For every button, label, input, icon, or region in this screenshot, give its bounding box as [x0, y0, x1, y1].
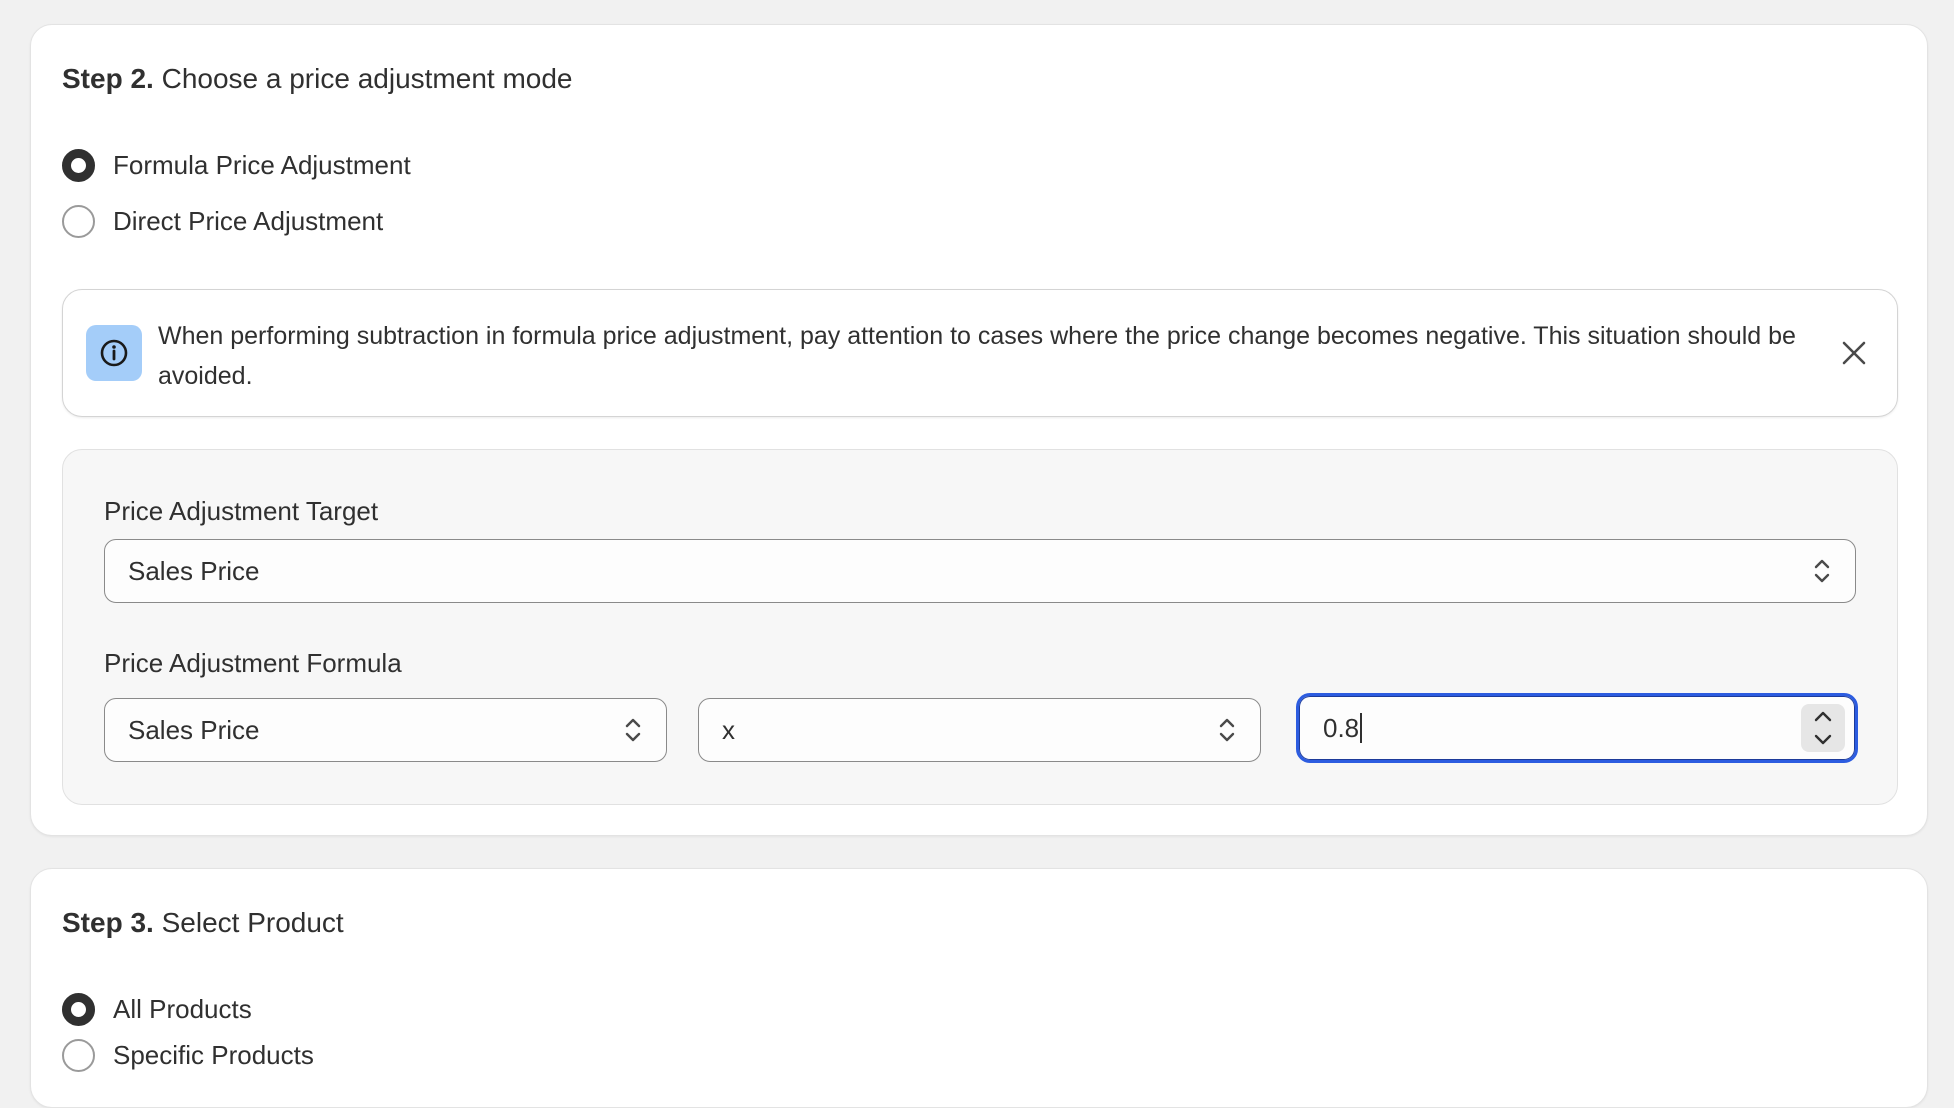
decrement-button[interactable] [1801, 728, 1845, 752]
price-adjustment-target-select[interactable]: Sales Price [104, 539, 1856, 603]
radio-button-checked[interactable] [62, 992, 95, 1026]
step-2-title: Step 2. Choose a price adjustment mode [62, 62, 573, 96]
price-adjustment-formula-label: Price Adjustment Formula [104, 648, 402, 678]
close-icon[interactable] [1835, 334, 1873, 372]
radio-label: All Products [113, 993, 252, 1024]
chevron-up-down-icon [625, 718, 641, 742]
select-value: x [722, 714, 735, 745]
formula-operator-select[interactable]: x [698, 698, 1261, 762]
number-stepper[interactable] [1801, 704, 1845, 752]
info-banner: When performing subtraction in formula p… [62, 289, 1898, 417]
step-2-number: Step 2. [62, 63, 154, 94]
radio-button-unchecked[interactable] [62, 204, 95, 238]
select-value: Sales Price [128, 714, 260, 745]
step-3-title: Step 3. Select Product [62, 906, 344, 940]
radio-button-checked[interactable] [62, 148, 95, 182]
info-banner-text: When performing subtraction in formula p… [158, 322, 1796, 390]
select-value: Sales Price [128, 555, 260, 586]
info-icon [86, 325, 142, 381]
chevron-up-down-icon [1219, 718, 1235, 742]
chevron-up-down-icon [1814, 559, 1830, 583]
radio-label: Formula Price Adjustment [113, 149, 411, 180]
step-3-number: Step 3. [62, 907, 154, 938]
price-adjustment-panel: Price Adjustment Target Sales Price Pric… [62, 449, 1898, 805]
chevron-down-icon [1814, 734, 1832, 745]
step-3-card: Step 3. Select Product All Products Spec… [30, 868, 1928, 1108]
increment-button[interactable] [1801, 704, 1845, 728]
radio-direct-price-adjustment[interactable]: Direct Price Adjustment [62, 201, 383, 241]
chevron-up-icon [1814, 711, 1832, 722]
step-3-heading: Select Product [161, 907, 344, 938]
step-2-heading: Choose a price adjustment mode [161, 63, 573, 94]
step-2-card: Step 2. Choose a price adjustment mode F… [30, 24, 1928, 836]
radio-formula-price-adjustment[interactable]: Formula Price Adjustment [62, 145, 411, 185]
radio-label: Specific Products [113, 1039, 314, 1070]
price-adjustment-target-label: Price Adjustment Target [104, 496, 379, 526]
radio-label: Direct Price Adjustment [113, 205, 384, 236]
formula-value-input[interactable]: 0.8 [1296, 693, 1858, 763]
radio-button-unchecked[interactable] [62, 1038, 95, 1072]
text-caret [1360, 713, 1363, 743]
formula-base-select[interactable]: Sales Price [104, 698, 667, 762]
radio-all-products[interactable]: All Products [62, 989, 252, 1029]
input-value: 0.8 [1323, 712, 1360, 743]
radio-specific-products[interactable]: Specific Products [62, 1035, 314, 1075]
